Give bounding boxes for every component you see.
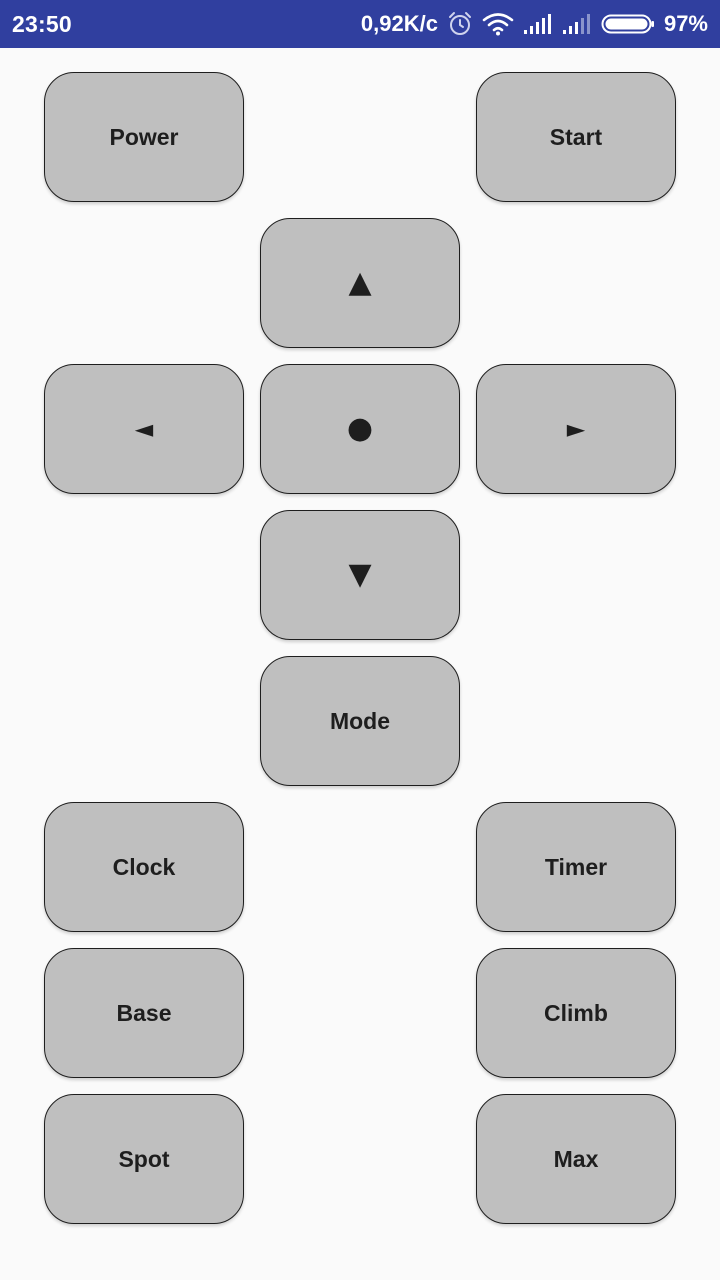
ok-button[interactable]: ● [260,364,460,494]
left-button[interactable]: ◄ [44,364,244,494]
dot-icon: ● [346,411,374,446]
power-button[interactable]: Power [44,72,244,202]
status-bar: 23:50 0,92K/c 97% [0,0,720,48]
up-button[interactable]: ▲ [260,218,460,348]
mode-button[interactable]: Mode [260,656,460,786]
battery-icon [601,13,655,35]
down-button[interactable]: ▼ [260,510,460,640]
arrow-left-icon: ◄ [134,415,154,443]
status-time: 23:50 [12,11,72,37]
alarm-icon [447,11,473,37]
spot-button[interactable]: Spot [44,1094,244,1224]
status-icons: 0,92K/c 97% [361,0,708,48]
signal-icon [523,13,553,35]
arrow-down-icon: ▼ [348,557,372,592]
right-button[interactable]: ► [476,364,676,494]
signal-icon [562,13,592,35]
battery-percent: 97% [663,11,708,36]
start-button[interactable]: Start [476,72,676,202]
timer-button[interactable]: Timer [476,802,676,932]
climb-button[interactable]: Climb [476,948,676,1078]
arrow-right-icon: ► [566,415,586,443]
wifi-icon [482,12,514,36]
base-button[interactable]: Base [44,948,244,1078]
clock-button[interactable]: Clock [44,802,244,932]
network-speed: 0,92K/c [360,11,438,36]
arrow-up-icon: ▲ [348,265,372,300]
max-button[interactable]: Max [476,1094,676,1224]
